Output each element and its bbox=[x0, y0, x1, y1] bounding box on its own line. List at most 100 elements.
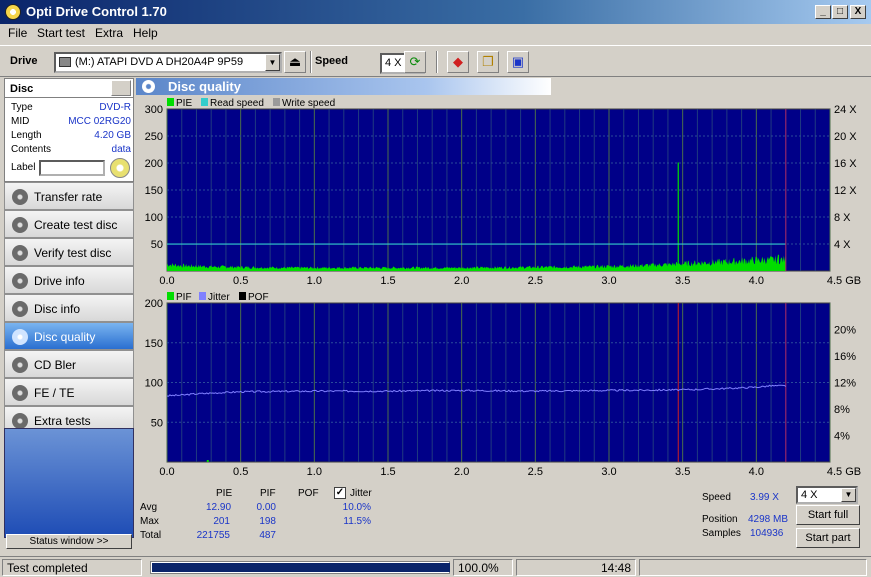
copy-icon: ❐ bbox=[482, 54, 494, 69]
pie-chart: PIE Read speed Write speed 300 250 200 150 100 5… bbox=[145, 98, 861, 287]
nav-item-label: Drive info bbox=[34, 274, 85, 288]
legend-swatch bbox=[239, 292, 246, 300]
speed-label: Speed bbox=[315, 55, 349, 67]
x-tick-label: 4.0 bbox=[749, 466, 764, 478]
eject-button[interactable]: ⏏ bbox=[284, 51, 306, 73]
panel-title: Disc quality bbox=[168, 79, 241, 94]
stat-row-label-avg: Avg bbox=[140, 502, 158, 513]
samples-label: Samples bbox=[702, 528, 741, 539]
x-tick-label: 0.0 bbox=[159, 275, 174, 287]
menu-help[interactable]: Help bbox=[133, 26, 158, 40]
x-tick-label: 0.5 bbox=[233, 275, 248, 287]
y2-tick-label: 24 X bbox=[834, 104, 857, 116]
nav-item-disc-quality[interactable]: Disc quality bbox=[4, 322, 134, 350]
drive-label: Drive bbox=[10, 55, 38, 67]
menu-start-test[interactable]: Start test bbox=[37, 26, 85, 40]
nav-item-disc-info[interactable]: Disc info bbox=[4, 294, 134, 322]
nav-item-label: Verify test disc bbox=[34, 246, 112, 260]
test-speed-select[interactable]: 4 X ▼ bbox=[796, 486, 858, 504]
x-tick-label: 4.5 GB bbox=[827, 466, 861, 478]
nav-item-label: Extra tests bbox=[34, 414, 91, 428]
nav-item-fe-te[interactable]: FE / TE bbox=[4, 378, 134, 406]
position-label: Position bbox=[702, 514, 738, 525]
menu-file[interactable]: File bbox=[8, 26, 27, 40]
start-part-button[interactable]: Start part bbox=[796, 528, 860, 548]
stat-avg-pie: 12.90 bbox=[206, 502, 232, 513]
disc-label-input[interactable] bbox=[39, 160, 105, 176]
disc-header-title: Disc bbox=[10, 83, 34, 95]
elapsed-time: 14:48 bbox=[516, 559, 636, 576]
status-window-button[interactable]: Status window >> bbox=[6, 534, 132, 549]
disc-refresh-button[interactable] bbox=[111, 80, 131, 96]
window-title: Opti Drive Control 1.70 bbox=[26, 4, 167, 19]
disc-icon bbox=[12, 385, 28, 401]
samples-value: 104936 bbox=[750, 528, 784, 539]
left-panel: Disc Type DVD-R MID MCC 02RG20 Length 4.20 … bbox=[4, 78, 134, 552]
start-full-button[interactable]: Start full bbox=[796, 505, 860, 525]
speed-readout-label: Speed bbox=[702, 492, 731, 503]
disc-info-box: Type DVD-R MID MCC 02RG20 Length 4.20 GB Co… bbox=[4, 98, 134, 182]
stat-avg-pif: 0.00 bbox=[256, 502, 276, 513]
jitter-checkbox[interactable]: ✓ bbox=[334, 487, 346, 499]
toolbar: Drive (M:) ATAPI DVD A DH20A4P 9P59 ▼ ⏏ … bbox=[0, 45, 871, 77]
nav-item-label: Disc info bbox=[34, 302, 81, 316]
legend-swatch bbox=[167, 292, 174, 300]
disc-contents-value: data bbox=[111, 144, 131, 155]
main-panel: Disc quality PIE Read speed Write speed 300… bbox=[136, 78, 867, 548]
disc-length-value: 4.20 GB bbox=[94, 130, 131, 141]
disc-label-button[interactable] bbox=[110, 158, 130, 178]
disc-icon bbox=[12, 189, 28, 205]
title-bar: Opti Drive Control 1.70 _ □ X bbox=[0, 0, 871, 24]
nav-item-label: Transfer rate bbox=[34, 190, 103, 204]
speed-select-value: 4 X bbox=[385, 57, 402, 69]
y2-tick-label: 16% bbox=[834, 351, 856, 363]
disc-icon bbox=[12, 301, 28, 317]
stat-row-label-total: Total bbox=[140, 530, 162, 541]
nav-item-verify-test-disc[interactable]: Verify test disc bbox=[4, 238, 134, 266]
y2-tick-label: 16 X bbox=[834, 158, 857, 170]
chevron-down-icon: ▼ bbox=[265, 54, 280, 71]
nav-item-cd-bler[interactable]: CD Bler bbox=[4, 350, 134, 378]
menu-extra[interactable]: Extra bbox=[95, 26, 123, 40]
disc-quality-icon bbox=[142, 80, 155, 93]
erase-button[interactable]: ◆ bbox=[447, 51, 469, 73]
speed-readout-value: 3.99 X bbox=[750, 492, 779, 503]
disc-icon bbox=[12, 245, 28, 261]
drive-select[interactable]: (M:) ATAPI DVD A DH20A4P 9P59 ▼ bbox=[54, 52, 282, 73]
stat-avg-jitter: 10.0% bbox=[342, 502, 371, 513]
pif-jitter-chart: PIF Jitter POF 200 150 100 50 20% 16% 12% 8% 4% 0.0 0… bbox=[145, 292, 861, 478]
save-button[interactable]: ▣ bbox=[507, 51, 529, 73]
disc-icon bbox=[12, 217, 28, 233]
plot-area bbox=[166, 302, 831, 463]
y2-tick-label: 12% bbox=[834, 378, 856, 390]
nav-item-create-test-disc[interactable]: Create test disc bbox=[4, 210, 134, 238]
legend-swatch bbox=[273, 98, 280, 106]
x-tick-label: 3.5 bbox=[675, 275, 690, 287]
copy-button[interactable]: ❐ bbox=[477, 51, 499, 73]
minimize-button[interactable]: _ bbox=[815, 5, 831, 19]
legend-label: POF bbox=[248, 292, 269, 303]
legend-label: Jitter bbox=[208, 292, 230, 303]
toolbar-separator bbox=[436, 51, 438, 73]
maximize-button[interactable]: □ bbox=[832, 5, 848, 19]
nav-item-drive-info[interactable]: Drive info bbox=[4, 266, 134, 294]
disc-mid-value: MCC 02RG20 bbox=[68, 116, 131, 127]
y-tick-label: 250 bbox=[145, 131, 163, 143]
progress-fill bbox=[152, 563, 450, 572]
x-tick-label: 3.0 bbox=[601, 275, 616, 287]
disc-icon bbox=[12, 413, 28, 429]
y-tick-label: 100 bbox=[145, 212, 163, 224]
status-bar: Test completed 100.0% 14:48 bbox=[0, 556, 871, 577]
x-tick-label: 1.5 bbox=[380, 466, 395, 478]
nav-item-transfer-rate[interactable]: Transfer rate bbox=[4, 182, 134, 210]
eraser-icon: ◆ bbox=[453, 54, 463, 69]
disc-contents-key: Contents bbox=[11, 144, 52, 155]
refresh-button[interactable]: ⟳ bbox=[404, 51, 426, 73]
menu-bar: File Start test Extra Help bbox=[0, 24, 871, 42]
legend-swatch bbox=[167, 98, 174, 106]
x-tick-label: 2.0 bbox=[454, 466, 469, 478]
save-icon: ▣ bbox=[511, 54, 525, 69]
test-speed-value: 4 X bbox=[801, 489, 818, 501]
disc-header: Disc bbox=[4, 78, 134, 98]
close-button[interactable]: X bbox=[850, 5, 866, 19]
